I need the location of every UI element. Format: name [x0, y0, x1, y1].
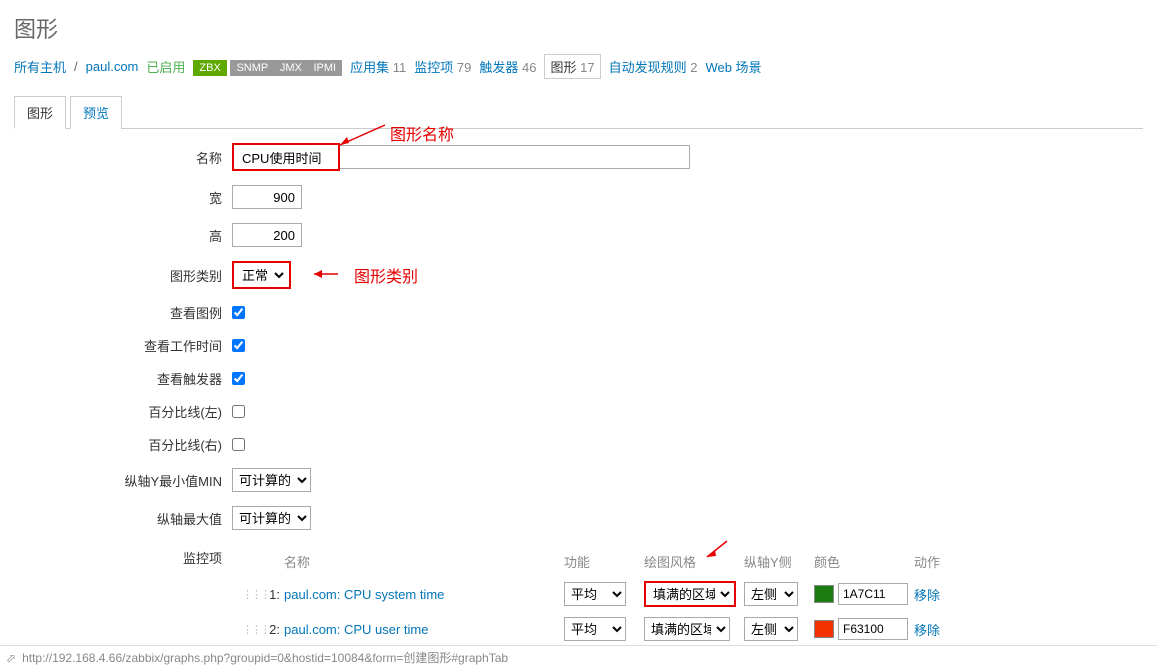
triggers-checkbox[interactable]: [232, 372, 245, 385]
height-input[interactable]: [232, 223, 302, 247]
type-select[interactable]: 正常: [236, 265, 287, 285]
badge-ipmi: IPMI: [307, 60, 342, 76]
width-input[interactable]: [232, 185, 302, 209]
nav-triggers-count: 46: [522, 60, 536, 75]
badge-jmx: JMX: [274, 60, 308, 76]
item-name-link[interactable]: paul.com: CPU system time: [284, 587, 444, 602]
bc-host[interactable]: paul.com: [86, 59, 139, 74]
name-label: 名称: [14, 148, 232, 167]
type-label: 图形类别: [14, 266, 232, 285]
remove-link[interactable]: 移除: [914, 588, 940, 603]
color-input[interactable]: [838, 618, 908, 640]
nav-items[interactable]: 监控项: [414, 60, 453, 75]
worktime-checkbox[interactable]: [232, 339, 245, 352]
bc-sep: /: [74, 59, 78, 74]
arrow-icon: [702, 539, 732, 563]
func-select[interactable]: 平均: [564, 582, 626, 606]
row-num: 1:: [264, 587, 284, 602]
items-label: 监控项: [14, 544, 232, 567]
nav-items-count: 79: [457, 60, 471, 75]
nav-apps-count: 11: [393, 60, 407, 75]
cursor-icon: ⬀: [6, 651, 16, 665]
bc-all-hosts[interactable]: 所有主机: [14, 57, 66, 76]
width-label: 宽: [14, 188, 232, 207]
worktime-label: 查看工作时间: [14, 336, 232, 355]
col-color: 颜色: [814, 552, 914, 571]
triggers-label: 查看触发器: [14, 369, 232, 388]
annotation-type: 图形类别: [354, 263, 418, 287]
drag-handle-icon[interactable]: ⋮⋮⋮: [242, 588, 264, 601]
color-input[interactable]: [838, 583, 908, 605]
arrow-icon: [310, 265, 340, 283]
ymin-select[interactable]: 可计算的: [232, 468, 311, 492]
annotation-name: 图形名称: [390, 121, 454, 145]
drag-handle-icon[interactable]: ⋮⋮⋮: [242, 623, 264, 636]
breadcrumb: 所有主机 / paul.com 已启用 ZBX SNMP JMX IPMI 应用…: [0, 54, 1157, 89]
legend-label: 查看图例: [14, 303, 232, 322]
nav-graphs-current: 图形 17: [544, 54, 600, 79]
height-label: 高: [14, 226, 232, 245]
table-row: ⋮⋮⋮ 1: paul.com: CPU system time 平均 填满的区…: [242, 576, 962, 612]
tab-preview[interactable]: 预览: [70, 96, 122, 129]
arrow-icon: [335, 123, 390, 151]
pl-left-label: 百分比线(左): [14, 402, 232, 421]
side-select[interactable]: 左侧: [744, 582, 798, 606]
col-func: 功能: [564, 552, 644, 571]
remove-link[interactable]: 移除: [914, 623, 940, 638]
ymin-label: 纵轴Y最小值MIN: [14, 471, 232, 490]
style-select[interactable]: 填满的区域: [644, 617, 730, 641]
style-select[interactable]: 填满的区域: [647, 584, 733, 604]
nav-discovery-count: 2: [690, 60, 697, 75]
page-title: 图形: [0, 0, 1157, 54]
col-action: 动作: [914, 552, 954, 571]
nav-discovery[interactable]: 自动发现规则: [609, 60, 687, 75]
nav-triggers[interactable]: 触发器: [479, 60, 518, 75]
pl-right-checkbox[interactable]: [232, 438, 245, 451]
ymax-label: 纵轴最大值: [14, 509, 232, 528]
bc-enabled: 已启用: [146, 57, 185, 76]
nav-web[interactable]: Web 场景: [705, 57, 761, 76]
ymax-select[interactable]: 可计算的: [232, 506, 311, 530]
side-select[interactable]: 左侧: [744, 617, 798, 641]
pl-right-label: 百分比线(右): [14, 435, 232, 454]
pl-left-checkbox[interactable]: [232, 405, 245, 418]
nav-apps[interactable]: 应用集: [350, 60, 389, 75]
tab-graph[interactable]: 图形: [14, 96, 66, 129]
color-swatch[interactable]: [814, 585, 834, 603]
col-side: 纵轴Y侧: [744, 552, 814, 571]
tabs: 图形 预览: [14, 95, 1143, 129]
badge-snmp: SNMP: [230, 60, 274, 76]
func-select[interactable]: 平均: [564, 617, 626, 641]
badge-zbx: ZBX: [193, 60, 226, 76]
name-input[interactable]: [236, 147, 336, 167]
name-input-ext[interactable]: [340, 145, 690, 169]
col-name: 名称: [284, 552, 564, 571]
legend-checkbox[interactable]: [232, 306, 245, 319]
item-name-link[interactable]: paul.com: CPU user time: [284, 622, 429, 637]
row-num: 2:: [264, 622, 284, 637]
table-row: ⋮⋮⋮ 2: paul.com: CPU user time 平均 填满的区域 …: [242, 612, 962, 646]
status-url: http://192.168.4.66/zabbix/graphs.php?gr…: [22, 649, 508, 666]
status-bar: ⬀ http://192.168.4.66/zabbix/graphs.php?…: [0, 645, 1157, 669]
